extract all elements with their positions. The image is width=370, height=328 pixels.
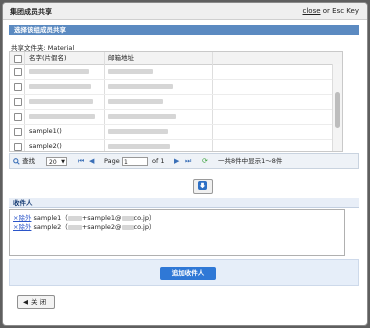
name-cell [29, 114, 95, 119]
dialog-title: 集团成员共享 [10, 8, 52, 16]
page-number-input[interactable]: 1 [122, 157, 148, 166]
row-checkbox[interactable] [14, 143, 22, 151]
email-cell [108, 69, 153, 74]
refresh-icon[interactable]: ⟳ [202, 157, 208, 166]
paging-summary: 一共8件中显示1～8件 [218, 157, 283, 165]
first-page-icon[interactable]: ⏮ [78, 157, 84, 166]
row-checkbox[interactable] [14, 98, 22, 106]
share-dialog: 集团成员共享 close or Esc Key 选择该组成员共享 共享文件夹: … [2, 2, 368, 326]
dialog-close: close or Esc Key [303, 7, 360, 15]
name-cell: sample1() [29, 127, 62, 135]
page-label: Page [104, 157, 120, 165]
name-cell [29, 84, 91, 89]
table-row[interactable] [10, 94, 342, 110]
receivers-header: 收件人 [9, 198, 359, 208]
grid-scrollbar[interactable] [332, 64, 342, 151]
search-button[interactable]: 查找 [13, 157, 35, 166]
arrow-left-icon: ◀ [23, 298, 28, 306]
email-cell [108, 99, 163, 104]
email-cell [108, 114, 176, 119]
name-cell [29, 99, 93, 104]
panel-header: 选择该组成员共享 [9, 25, 359, 35]
table-row[interactable] [10, 64, 342, 80]
email-cell [108, 84, 173, 89]
members-grid: 名字(片假名) 邮箱地址 sample1() sample2() [9, 51, 343, 152]
remove-receiver-link[interactable]: ×除外 [13, 223, 31, 231]
page-size-select[interactable]: 20 ▼ [46, 157, 67, 166]
row-checkbox[interactable] [14, 68, 22, 76]
receiver-name: sample1（ [33, 214, 68, 222]
receiver-email: +sample2@ [81, 223, 122, 231]
receiver-email-domain: co.jp） [133, 214, 156, 222]
paging-toolbar: 查找 20 ▼ ⏮ ◀ Page 1 of 1 ▶ ⏭ ⟳ 一共8件中显示1～8… [9, 153, 359, 169]
table-row[interactable] [10, 109, 342, 125]
select-all-checkbox[interactable] [14, 55, 22, 63]
receiver-email-domain: co.jp） [133, 223, 156, 231]
row-checkbox[interactable] [14, 113, 22, 121]
close-link[interactable]: close [303, 7, 321, 15]
receiver-email: +sample1@ [81, 214, 122, 222]
row-checkbox[interactable] [14, 83, 22, 91]
remove-receiver-link[interactable]: ×除外 [13, 214, 31, 222]
add-selected-button[interactable] [193, 179, 213, 194]
table-row[interactable]: sample1() [10, 124, 342, 140]
column-email: 邮箱地址 [108, 54, 134, 62]
dialog-titlebar: 集团成员共享 close or Esc Key [3, 3, 367, 20]
email-cell [108, 144, 170, 149]
add-receiver-area: 追加收件人 [9, 259, 359, 286]
list-item: ×除外 sample2（ +sample2@ co.jp） [13, 223, 155, 232]
email-cell [108, 129, 168, 134]
table-row[interactable] [10, 79, 342, 95]
search-label: 查找 [22, 157, 36, 165]
page-size-value: 20 [49, 159, 57, 166]
next-page-icon[interactable]: ▶ [174, 157, 179, 166]
close-button-label: 关 闭 [31, 298, 47, 306]
column-name: 名字(片假名) [29, 54, 67, 62]
close-hint: or Esc Key [322, 7, 359, 15]
add-receiver-button[interactable]: 追加收件人 [160, 267, 216, 280]
receivers-list: ×除外 sample1（ +sample1@ co.jp） ×除外 sample2（… [9, 209, 345, 256]
close-button[interactable]: ◀ 关 闭 [17, 295, 55, 309]
last-page-icon[interactable]: ⏭ [185, 157, 191, 166]
prev-page-icon[interactable]: ◀ [89, 157, 94, 166]
arrow-down-glyph [199, 182, 206, 189]
search-icon [13, 157, 20, 165]
name-cell [29, 69, 89, 74]
receiver-name: sample2（ [33, 223, 68, 231]
row-checkbox[interactable] [14, 128, 22, 136]
list-item: ×除外 sample1（ +sample1@ co.jp） [13, 214, 155, 223]
chevron-down-icon: ▼ [61, 159, 65, 165]
page-of-label: of 1 [152, 157, 165, 165]
table-row[interactable]: sample2() [10, 139, 342, 151]
scrollbar-thumb[interactable] [335, 92, 340, 128]
name-cell: sample2() [29, 142, 62, 150]
